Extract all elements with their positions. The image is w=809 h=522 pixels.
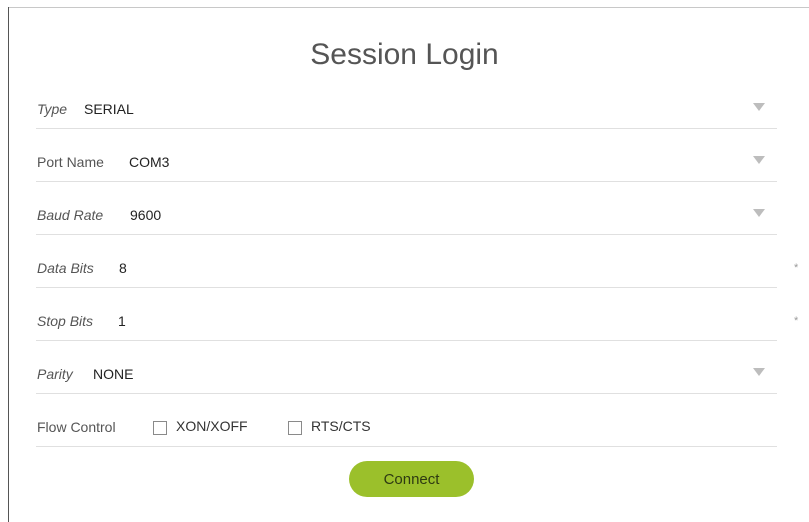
type-label: Type [37,101,68,117]
baud-rate-label: Baud Rate [37,207,104,223]
flow-control-label: Flow Control [37,419,116,435]
parity-label: Parity [37,366,73,382]
window-left-border [8,7,9,522]
chevron-down-icon[interactable] [753,103,765,111]
flow-control-row: Flow Control XON/XOFF RTS/CTS [36,394,777,447]
data-bits-label: Data Bits [37,260,94,276]
chevron-down-icon[interactable] [753,156,765,164]
stop-bits-input[interactable]: Stop Bits 1 [36,288,777,341]
baud-rate-value: 9600 [130,207,162,223]
type-value: SERIAL [84,101,134,117]
chevron-down-icon[interactable] [753,209,765,217]
asterisk-icon: * [794,262,799,274]
port-name-select[interactable]: Port Name COM3 [36,129,777,182]
parity-select[interactable]: Parity NONE [36,341,777,394]
parity-value: NONE [93,366,134,382]
page-title: Session Login [310,38,499,71]
connect-button[interactable]: Connect [349,461,474,497]
data-bits-input[interactable]: Data Bits 8 [36,235,777,288]
type-select[interactable]: Type SERIAL [36,76,777,129]
asterisk-icon: * [794,315,799,327]
xon-xoff-label[interactable]: XON/XOFF [176,418,248,434]
data-bits-value[interactable]: 8 [119,260,127,276]
port-name-value: COM3 [129,154,170,170]
chevron-down-icon[interactable] [753,368,765,376]
stop-bits-label: Stop Bits [37,313,94,329]
port-name-label: Port Name [37,154,104,170]
xon-xoff-checkbox[interactable] [153,421,167,435]
baud-rate-select[interactable]: Baud Rate 9600 [36,182,777,235]
rts-cts-label[interactable]: RTS/CTS [311,418,371,434]
stop-bits-value[interactable]: 1 [118,313,126,329]
window-top-border [8,7,809,8]
rts-cts-checkbox[interactable] [288,421,302,435]
